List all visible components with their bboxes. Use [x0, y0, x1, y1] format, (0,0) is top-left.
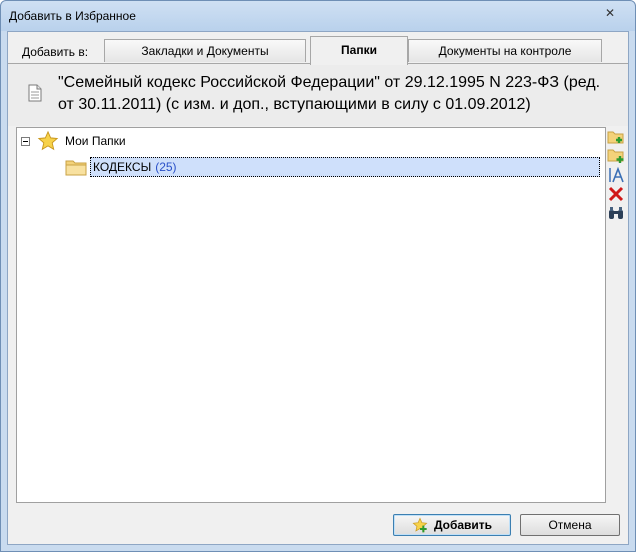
- tree-root-label: Мои Папки: [65, 134, 126, 148]
- delete-icon[interactable]: [607, 185, 625, 203]
- tab-folders[interactable]: Папки: [310, 36, 408, 65]
- tabs-label: Добавить в:: [22, 45, 89, 59]
- window-title: Добавить в Избранное: [9, 9, 136, 23]
- dialog-window: Добавить в Избранное ✕ Добавить в: Закла…: [0, 0, 636, 552]
- add-button-label: Добавить: [433, 518, 493, 532]
- star-icon: [37, 130, 59, 151]
- tab-bar: Добавить в: Закладки и Документы Докумен…: [8, 32, 628, 65]
- document-title: "Семейный кодекс Российской Федерации" о…: [58, 74, 601, 113]
- add-star-icon: [412, 517, 428, 533]
- add-button[interactable]: Добавить: [393, 514, 511, 536]
- folder-tree[interactable]: Мои Папки КОДЕКСЫ (25): [16, 127, 606, 503]
- find-icon[interactable]: [607, 204, 625, 222]
- tree-node-kodeksy[interactable]: КОДЕКСЫ (25): [65, 156, 600, 178]
- close-icon[interactable]: ✕: [601, 4, 619, 22]
- document-icon: [28, 84, 42, 102]
- dialog-body: Добавить в: Закладки и Документы Докумен…: [7, 31, 629, 545]
- folder-icon: [65, 160, 87, 176]
- selected-node[interactable]: КОДЕКСЫ (25): [90, 157, 600, 177]
- document-header: "Семейный кодекс Российской Федерации" о…: [8, 64, 628, 126]
- title-bar[interactable]: Добавить в Избранное ✕: [1, 1, 635, 31]
- tab-bookmarks-documents[interactable]: Закладки и Документы: [104, 39, 306, 62]
- tab-controlled-documents[interactable]: Документы на контроле: [408, 39, 602, 62]
- new-subfolder-icon[interactable]: [607, 147, 625, 165]
- cancel-button[interactable]: Отмена: [520, 514, 620, 536]
- new-folder-icon[interactable]: [607, 128, 625, 146]
- rename-icon[interactable]: [607, 166, 625, 184]
- side-toolbar: [606, 128, 626, 223]
- folder-label: КОДЕКСЫ: [93, 160, 152, 174]
- collapse-toggle[interactable]: [21, 136, 30, 146]
- tree-root-row[interactable]: Мои Папки: [21, 130, 126, 152]
- folder-count: (25): [155, 160, 177, 174]
